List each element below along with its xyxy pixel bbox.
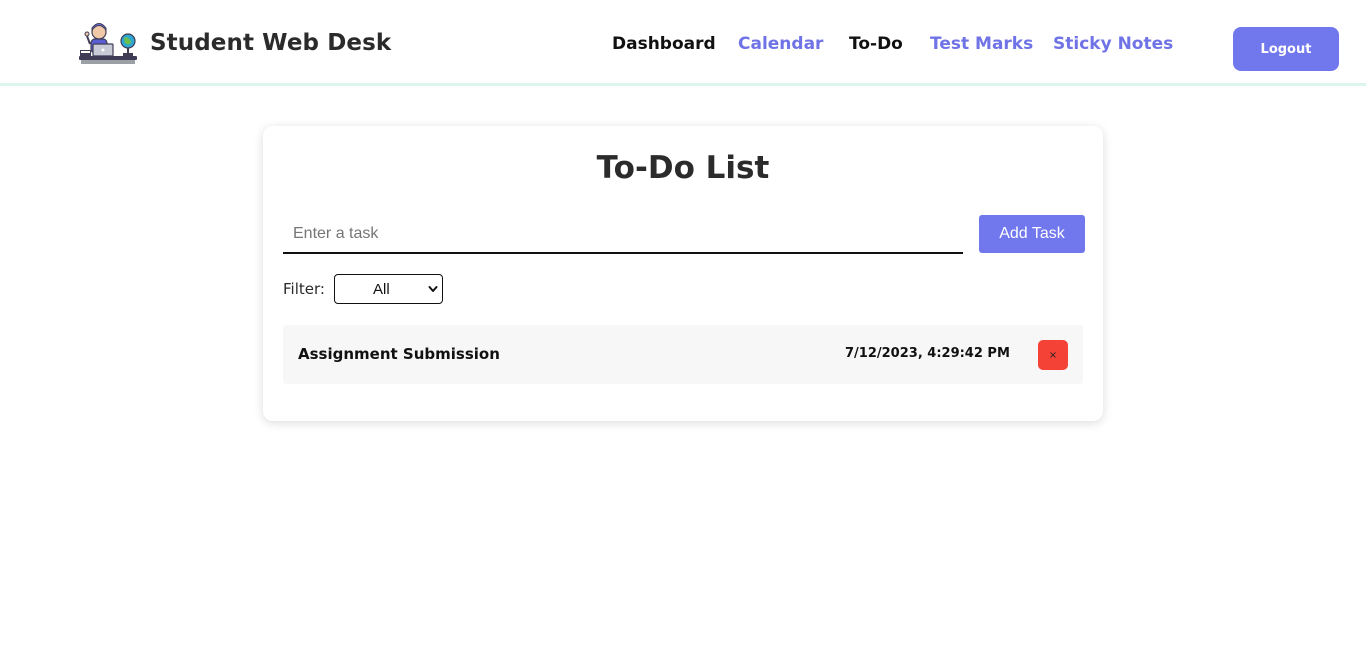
nav-calendar[interactable]: Calendar bbox=[738, 34, 823, 54]
chevron-down-icon bbox=[428, 286, 438, 292]
page-title: To-Do List bbox=[596, 150, 770, 186]
task-timestamp: 7/12/2023, 4:29:42 PM bbox=[845, 346, 1010, 361]
top-header: Student Web Desk Dashboard Calendar To-D… bbox=[0, 0, 1366, 86]
task-item: Assignment Submission 7/12/2023, 4:29:42… bbox=[283, 325, 1083, 384]
nav-sticky-notes[interactable]: Sticky Notes bbox=[1053, 34, 1173, 54]
filter-select[interactable]: All bbox=[334, 274, 443, 304]
delete-task-button[interactable]: × bbox=[1038, 340, 1068, 370]
task-input[interactable] bbox=[283, 215, 963, 254]
todo-card: To-Do List Add Task Filter: All Assignme… bbox=[263, 126, 1103, 421]
nav-test-marks[interactable]: Test Marks bbox=[930, 34, 1033, 54]
app-title: Student Web Desk bbox=[150, 30, 392, 56]
logout-button[interactable]: Logout bbox=[1233, 27, 1339, 71]
nav-todo[interactable]: To-Do bbox=[849, 34, 903, 54]
task-name: Assignment Submission bbox=[298, 345, 500, 363]
close-icon: × bbox=[1048, 349, 1058, 361]
filter-selected-value: All bbox=[373, 281, 390, 298]
student-desk-logo-icon bbox=[79, 23, 137, 64]
filter-label: Filter: bbox=[283, 280, 325, 298]
add-task-button[interactable]: Add Task bbox=[979, 215, 1085, 253]
nav-dashboard[interactable]: Dashboard bbox=[612, 34, 716, 54]
brand[interactable]: Student Web Desk bbox=[77, 20, 391, 66]
